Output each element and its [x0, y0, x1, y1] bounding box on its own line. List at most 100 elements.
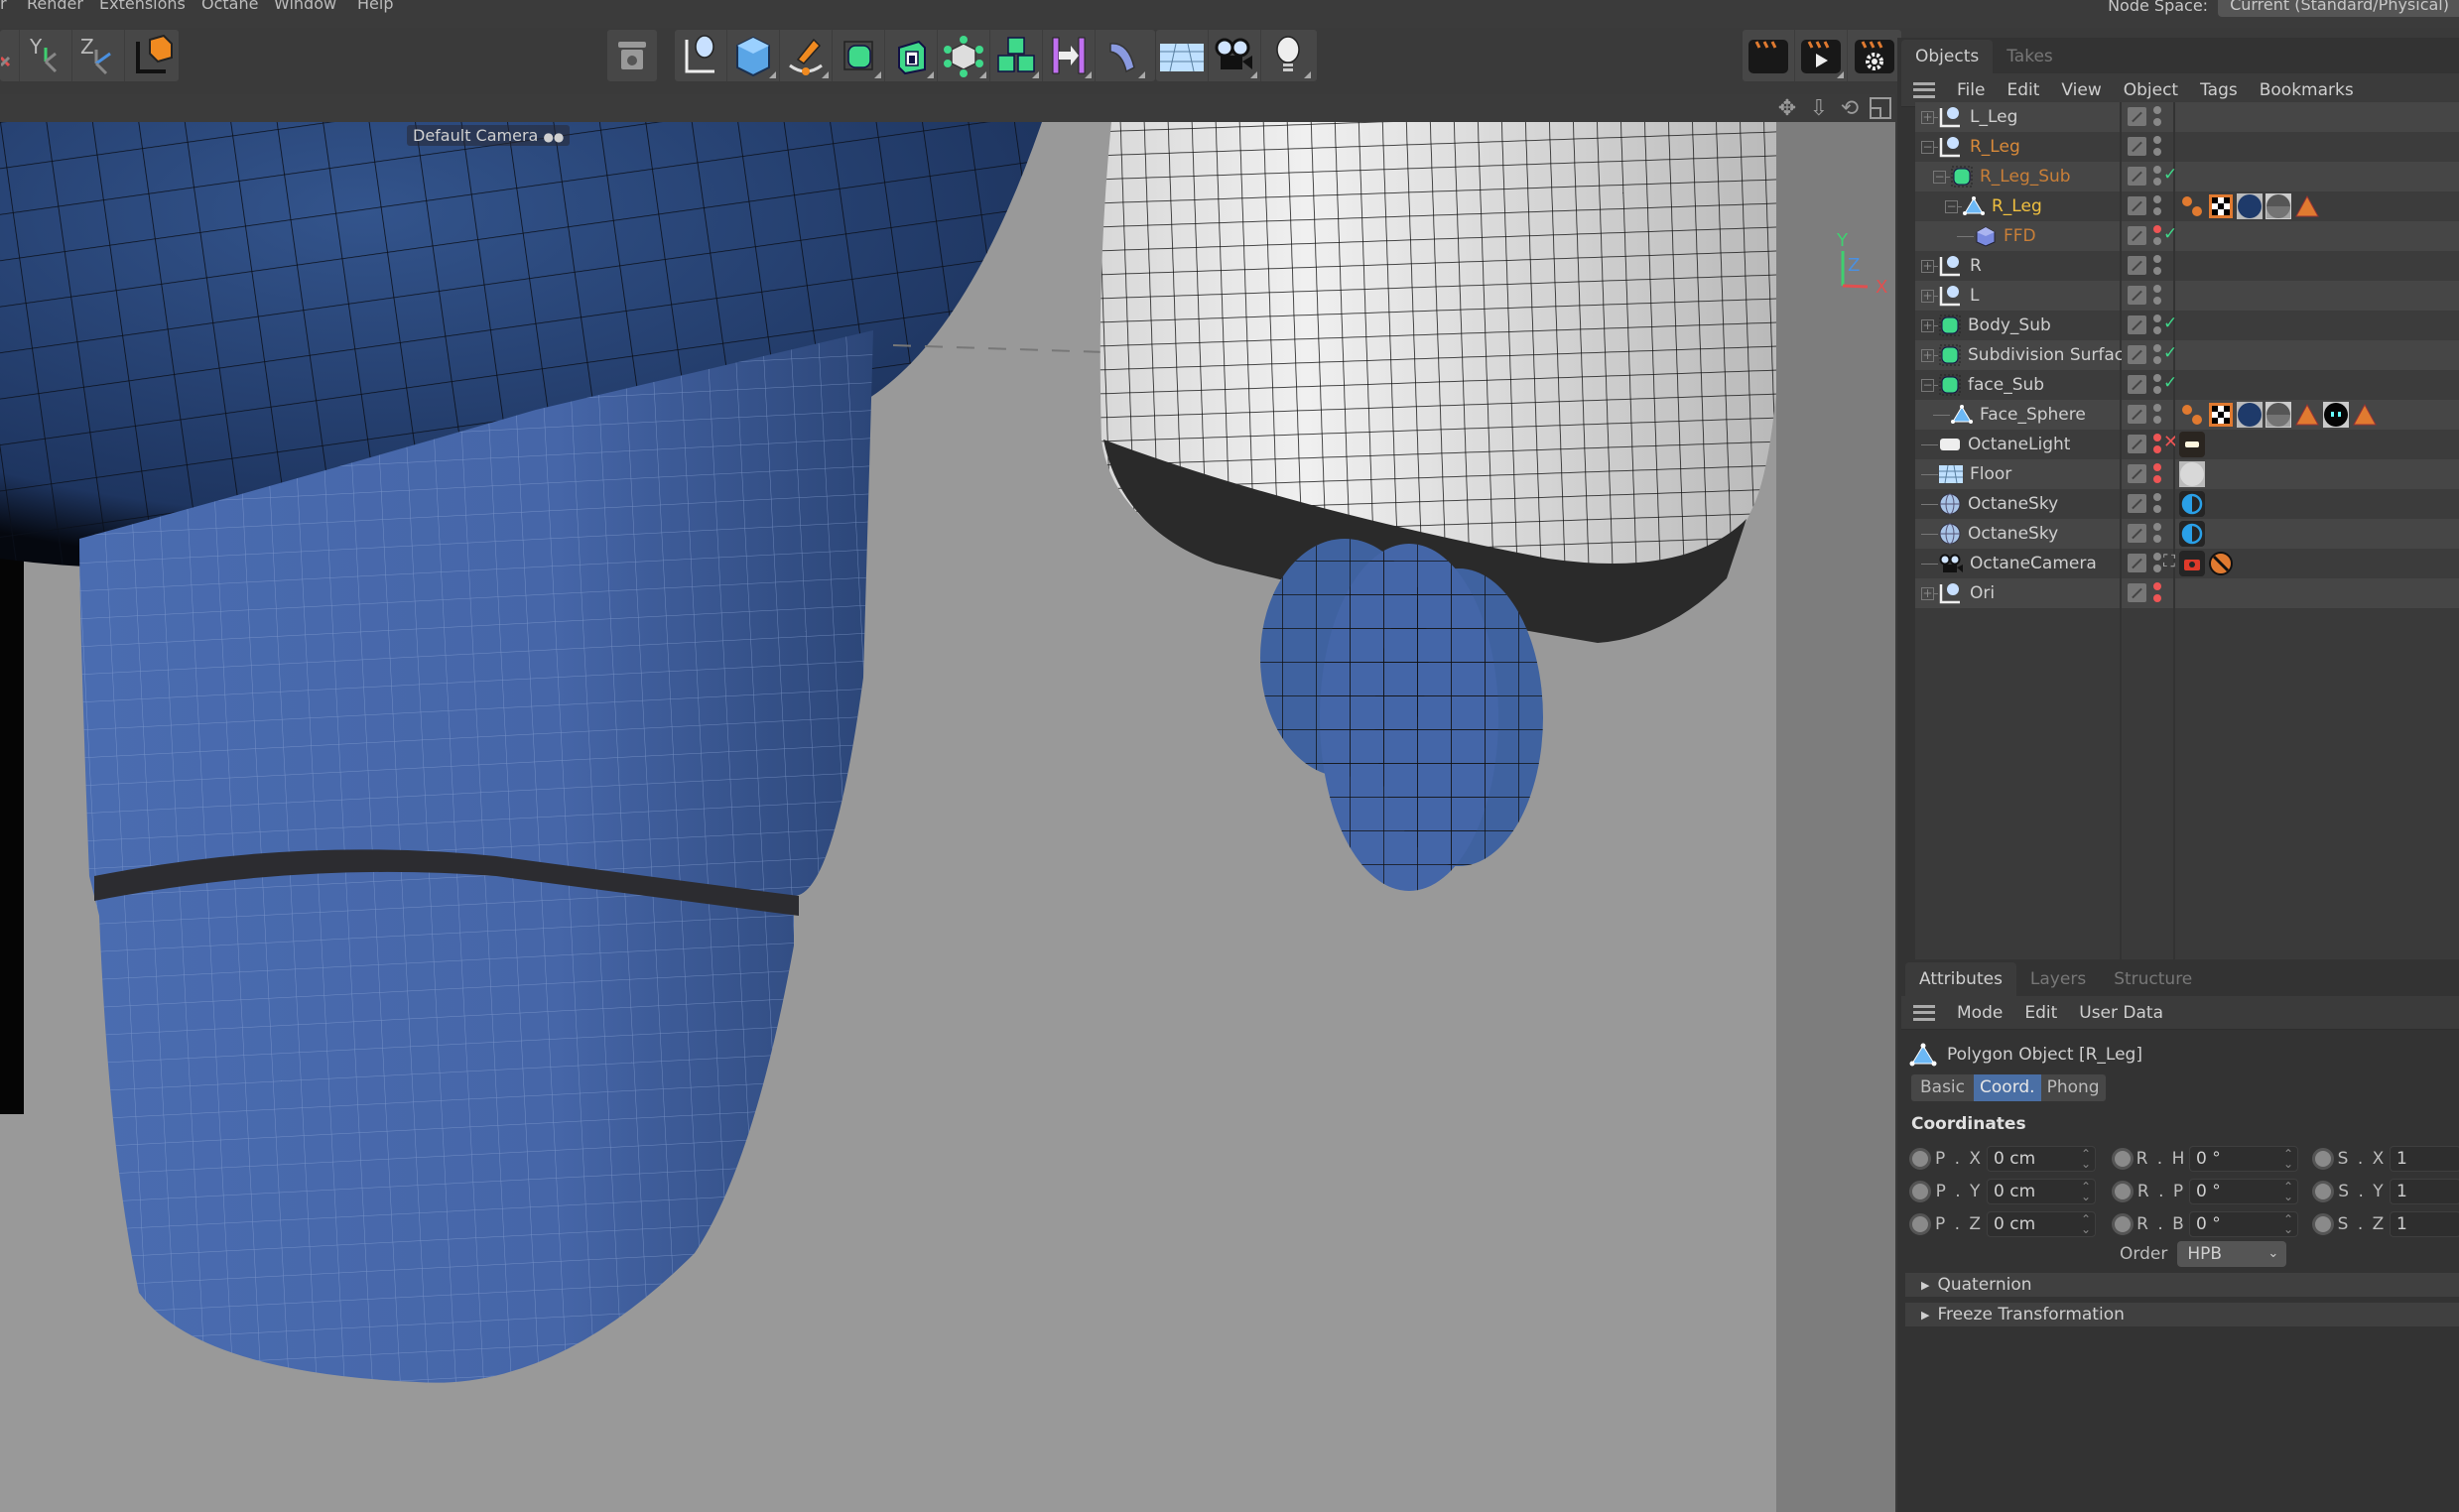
keyframe-radio[interactable]	[1909, 1181, 1931, 1202]
light-button[interactable]	[1261, 30, 1314, 81]
extrude-button[interactable]	[885, 30, 938, 81]
material-chrome-tag-icon[interactable]	[2265, 193, 2291, 219]
render-visibility-dot[interactable]	[2153, 267, 2161, 275]
cloner-button[interactable]	[990, 30, 1043, 81]
object-name-cell[interactable]: Floor	[1915, 459, 2120, 489]
hamburger-menu-icon[interactable]	[1913, 81, 1935, 98]
render-view-button[interactable]	[1743, 30, 1795, 81]
attributes-hamburger-icon[interactable]	[1913, 1004, 1935, 1021]
object-row[interactable]: Face_Sphere	[1915, 400, 2459, 430]
render-visibility-dot[interactable]	[2153, 118, 2161, 126]
editor-visibility-dot[interactable]	[2153, 166, 2161, 174]
layer-edit-icon[interactable]	[2128, 375, 2146, 394]
material-face-tag-icon[interactable]	[2323, 402, 2349, 428]
layer-edit-icon[interactable]	[2128, 107, 2146, 126]
editor-visibility-dot[interactable]	[2153, 553, 2161, 561]
render-visibility-dot[interactable]	[2153, 326, 2161, 334]
render-visibility-dot[interactable]	[2153, 594, 2161, 602]
3d-viewport[interactable]: Default Camera ●● Y Z X	[0, 122, 1895, 1512]
y-axis-lock-button[interactable]: Y	[20, 30, 72, 81]
octane-camera-tag-tag-icon[interactable]	[2179, 551, 2205, 576]
render-settings-button[interactable]	[1848, 30, 1900, 81]
material-chrome-tag-icon[interactable]	[2265, 402, 2291, 428]
keyframe-radio[interactable]	[2312, 1213, 2334, 1235]
menu-item-render[interactable]: Render	[27, 0, 83, 13]
menu-item-window[interactable]: Window	[274, 0, 336, 13]
collapse-icon[interactable]: −	[1945, 199, 1958, 213]
object-name-cell[interactable]: Face_Sphere	[1915, 400, 2120, 430]
object-name-cell[interactable]: − R_Leg	[1915, 191, 2120, 221]
subtab-coord[interactable]: Coord.	[1974, 1074, 2041, 1101]
object-name-cell[interactable]: OctaneSky	[1915, 489, 2120, 519]
uvw-tag-icon[interactable]	[2208, 402, 2234, 428]
object-row[interactable]: − R_Leg	[1915, 191, 2459, 221]
objects-menu-file[interactable]: File	[1957, 80, 1985, 100]
object-row[interactable]: + Ori	[1915, 578, 2459, 608]
tab-takes[interactable]: Takes	[1993, 40, 2067, 73]
keyframe-radio[interactable]	[2112, 1181, 2134, 1202]
keyframe-radio[interactable]	[2312, 1148, 2334, 1170]
object-row[interactable]: + Body_Sub ✓	[1915, 311, 2459, 340]
attributes-menu-mode[interactable]: Mode	[1957, 1003, 2003, 1023]
scale-input[interactable]: 1	[2390, 1146, 2459, 1172]
keyframe-radio[interactable]	[2112, 1148, 2134, 1170]
editor-visibility-dot[interactable]	[2153, 463, 2161, 471]
cube-button[interactable]	[727, 30, 780, 81]
polygon-deformer-button[interactable]	[938, 30, 990, 81]
objects-menu-edit[interactable]: Edit	[2006, 80, 2039, 100]
move-view-icon[interactable]: ✥	[1772, 94, 1802, 122]
object-name-cell[interactable]: + L	[1915, 281, 2120, 311]
object-row[interactable]: + Subdivision Surface ✓	[1915, 340, 2459, 370]
position-input[interactable]: 0 cm ⌃ ⌄	[1987, 1211, 2096, 1237]
object-name-cell[interactable]: OctaneLight	[1915, 430, 2120, 459]
objects-menu-bookmarks[interactable]: Bookmarks	[2260, 80, 2354, 100]
editor-visibility-dot[interactable]	[2153, 404, 2161, 412]
expand-icon[interactable]: +	[1921, 289, 1934, 303]
phong-tag-icon[interactable]	[2179, 402, 2205, 428]
objects-menu-view[interactable]: View	[2061, 80, 2101, 100]
expand-icon[interactable]: +	[1921, 586, 1934, 600]
object-name-cell[interactable]: OctaneSky	[1915, 519, 2120, 549]
menu-item-help[interactable]: Help	[357, 0, 393, 13]
object-row[interactable]: + L_Leg	[1915, 102, 2459, 132]
objects-menu-tags[interactable]: Tags	[2200, 80, 2238, 100]
render-visibility-dot[interactable]	[2153, 297, 2161, 305]
editor-visibility-dot[interactable]	[2153, 225, 2161, 233]
spinner-arrows-icon[interactable]: ⌃ ⌄	[2081, 1181, 2091, 1202]
editor-visibility-dot[interactable]	[2153, 285, 2161, 293]
symmetry-button[interactable]	[1043, 30, 1096, 81]
collapse-icon[interactable]: −	[1933, 170, 1946, 184]
node-space-dropdown[interactable]: Current (Standard/Physical)	[2218, 0, 2459, 17]
render-visibility-dot[interactable]	[2153, 356, 2161, 364]
editor-visibility-dot[interactable]	[2153, 255, 2161, 263]
material-blue-tag-icon[interactable]	[2237, 402, 2263, 428]
render-visibility-dot[interactable]	[2153, 207, 2161, 215]
position-input[interactable]: 0 cm ⌃ ⌄	[1987, 1179, 2096, 1204]
render-visibility-dot[interactable]	[2153, 535, 2161, 543]
camera-frame-icon[interactable]: ⛶	[2163, 552, 2175, 571]
spinner-arrows-icon[interactable]: ⌃ ⌄	[2283, 1213, 2293, 1235]
rotate-view-icon[interactable]: ⟲	[1835, 94, 1865, 122]
object-row[interactable]: OctaneSky	[1915, 519, 2459, 549]
object-name-cell[interactable]: FFD	[1915, 221, 2120, 251]
layer-edit-icon[interactable]	[2128, 226, 2146, 245]
layer-edit-icon[interactable]	[2128, 196, 2146, 215]
keyframe-radio[interactable]	[2112, 1213, 2134, 1235]
layer-edit-icon[interactable]	[2128, 435, 2146, 453]
object-row[interactable]: + R	[1915, 251, 2459, 281]
tab-structure[interactable]: Structure	[2100, 962, 2206, 996]
object-row[interactable]: Floor	[1915, 459, 2459, 489]
collapse-icon[interactable]: −	[1921, 140, 1934, 154]
subtab-basic[interactable]: Basic	[1911, 1074, 1975, 1101]
layer-edit-icon[interactable]	[2128, 167, 2146, 186]
toggle-view-layout-icon[interactable]	[1866, 94, 1895, 122]
object-name-cell[interactable]: − R_Leg_Sub	[1915, 162, 2120, 191]
editor-visibility-dot[interactable]	[2153, 344, 2161, 352]
spinner-arrows-icon[interactable]: ⌃ ⌄	[2283, 1148, 2293, 1170]
attributes-menu-edit[interactable]: Edit	[2024, 1003, 2057, 1023]
render-visibility-dot[interactable]	[2153, 178, 2161, 186]
menu-item-character[interactable]: r	[0, 0, 7, 13]
render-visibility-dot[interactable]	[2153, 386, 2161, 394]
layer-edit-icon[interactable]	[2128, 137, 2146, 156]
editor-visibility-dot[interactable]	[2153, 315, 2161, 322]
